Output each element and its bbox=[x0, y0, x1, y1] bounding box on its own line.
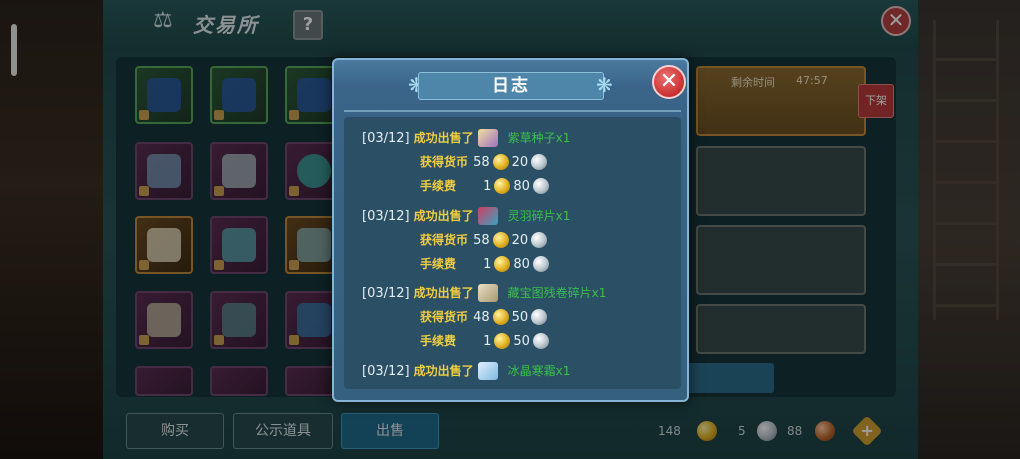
log-title: 日志 bbox=[492, 76, 530, 96]
fee-label: 手续费 bbox=[420, 257, 457, 271]
fee-label: 手续费 bbox=[420, 334, 457, 348]
earned-line: 获得货币 58 20 bbox=[420, 229, 550, 249]
silver-coin-icon bbox=[532, 255, 549, 272]
log-list[interactable]: [03/12] 成功出售了 紫草种子x1 获得货币 58 20 手续费 1 80 [03… bbox=[344, 117, 681, 389]
silver-coin-icon bbox=[531, 231, 548, 248]
log-close-button[interactable]: ✕ bbox=[652, 65, 686, 99]
earned-line: 获得货币 48 50 bbox=[420, 306, 550, 326]
silver-coin-icon bbox=[532, 332, 549, 349]
fee-gold: 1 bbox=[483, 257, 492, 272]
fee-silver: 50 bbox=[513, 334, 530, 349]
gold-coin-icon bbox=[492, 308, 509, 325]
earned-silver: 50 bbox=[511, 310, 529, 325]
gold-coin-icon bbox=[492, 153, 509, 170]
log-date: [03/12] bbox=[362, 364, 410, 379]
earned-silver: 20 bbox=[511, 155, 529, 170]
sold-label: 成功出售了 bbox=[413, 286, 474, 300]
item-name: 冰晶寒霜x1 bbox=[507, 364, 571, 378]
item-name: 紫草种子x1 bbox=[507, 131, 571, 145]
fee-gold: 1 bbox=[483, 179, 492, 194]
gold-coin-icon bbox=[494, 177, 511, 194]
feather-icon bbox=[477, 206, 498, 225]
fee-gold: 1 bbox=[483, 334, 492, 349]
title-divider bbox=[344, 110, 681, 112]
log-entry-header: [03/12] 成功出售了 冰晶寒霜x1 bbox=[362, 360, 570, 380]
scroll-icon bbox=[477, 128, 498, 147]
earned-label: 获得货币 bbox=[420, 310, 469, 324]
crystal-icon bbox=[477, 361, 498, 380]
gold-coin-icon bbox=[492, 231, 509, 248]
fee-line: 手续费 1 80 bbox=[420, 175, 552, 195]
log-titlebar: 日志 bbox=[418, 72, 604, 100]
earned-gold: 58 bbox=[473, 155, 490, 170]
earned-silver: 20 bbox=[511, 233, 529, 248]
fee-line: 手续费 1 80 bbox=[420, 253, 552, 273]
silver-coin-icon bbox=[531, 153, 548, 170]
fee-label: 手续费 bbox=[420, 179, 457, 193]
sold-label: 成功出售了 bbox=[413, 209, 474, 223]
silver-coin-icon bbox=[532, 177, 549, 194]
gold-coin-icon bbox=[494, 332, 511, 349]
gold-coin-icon bbox=[494, 255, 511, 272]
map-icon bbox=[477, 283, 498, 302]
log-date: [03/12] bbox=[362, 209, 410, 224]
earned-label: 获得货币 bbox=[420, 155, 469, 169]
fee-line: 手续费 1 50 bbox=[420, 330, 552, 350]
log-modal: ❋ 日志 ❋ ✕ [03/12] 成功出售了 紫草种子x1 获得货币 58 20 手续… bbox=[332, 58, 689, 402]
sold-label: 成功出售了 bbox=[413, 364, 474, 378]
log-date: [03/12] bbox=[362, 286, 410, 301]
item-name: 灵羽碎片x1 bbox=[507, 209, 571, 223]
earned-gold: 48 bbox=[473, 310, 490, 325]
log-entry-header: [03/12] 成功出售了 紫草种子x1 bbox=[362, 127, 570, 147]
fee-silver: 80 bbox=[513, 179, 530, 194]
log-entry-header: [03/12] 成功出售了 灵羽碎片x1 bbox=[362, 205, 570, 225]
earned-gold: 58 bbox=[473, 233, 490, 248]
sold-label: 成功出售了 bbox=[413, 131, 474, 145]
log-entry-header: [03/12] 成功出售了 藏宝图残卷碎片x1 bbox=[362, 282, 606, 302]
earned-line: 获得货币 58 20 bbox=[420, 151, 550, 171]
silver-coin-icon bbox=[531, 308, 548, 325]
log-date: [03/12] bbox=[362, 131, 410, 146]
earned-label: 获得货币 bbox=[420, 233, 469, 247]
ornament-right-icon: ❋ bbox=[596, 73, 613, 97]
fee-silver: 80 bbox=[513, 257, 530, 272]
item-name: 藏宝图残卷碎片x1 bbox=[507, 286, 607, 300]
